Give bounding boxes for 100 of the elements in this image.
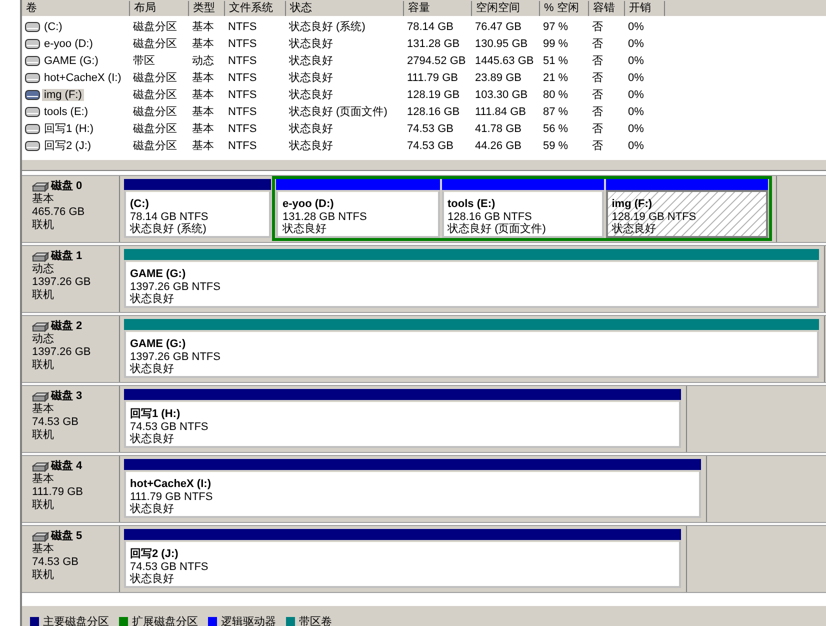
table-cell-text: 0% — [628, 72, 645, 84]
volume-name[interactable]: GAME (G:) — [42, 54, 100, 66]
pane-splitter[interactable] — [20, 160, 826, 170]
table-cell-text: NTFS — [228, 88, 258, 100]
partition-size: 128.19 GB NTFS — [612, 210, 698, 222]
disk-size: 1397.26 GB — [32, 346, 92, 359]
table-cell-text: 否 — [592, 71, 604, 85]
disk-icon — [32, 460, 50, 472]
column-header[interactable]: 卷 — [22, 0, 130, 16]
table-cell-text: 带区 — [133, 54, 156, 68]
partition-box[interactable]: img (F:) 128.19 GB NTFS 状态良好 — [606, 190, 768, 238]
disk-size: 1397.26 GB — [32, 276, 92, 289]
table-cell-text: 56 % — [543, 122, 570, 134]
table-cell-text: 状态良好 — [289, 88, 334, 102]
table-cell-text: 否 — [592, 139, 604, 153]
column-header[interactable]: 空闲空间 — [472, 0, 540, 16]
table-cell-text: 磁盘分区 — [133, 71, 178, 85]
partition-box[interactable]: 回写2 (J:) 74.53 GB NTFS 状态良好 — [124, 540, 681, 588]
disk-status: 联机 — [32, 289, 55, 302]
column-header[interactable]: 类型 — [189, 0, 225, 16]
table-cell-text: NTFS — [228, 38, 258, 50]
partition-status: 状态良好 (页面文件) — [448, 223, 547, 236]
volume-name[interactable]: img (F:) — [42, 88, 84, 100]
table-cell-text: 磁盘分区 — [133, 20, 178, 34]
disk-size: 465.76 GB — [32, 206, 86, 219]
table-cell-text: 2794.52 GB — [407, 54, 467, 66]
table-cell-text: 状态良好 — [289, 122, 334, 136]
table-cell-text: 状态良好 — [289, 138, 334, 153]
disk-name: 磁盘 5 — [51, 530, 82, 543]
volume-name[interactable]: (C:) — [42, 20, 64, 32]
table-cell-text: 磁盘分区 — [133, 139, 178, 153]
legend-label: 带区卷 — [299, 615, 332, 626]
partition-name: tools (E:) — [448, 198, 496, 210]
table-cell-text: 0% — [628, 122, 645, 134]
partition-box[interactable]: GAME (G:) 1397.26 GB NTFS 状态良好 — [124, 330, 819, 378]
column-header[interactable]: 文件系统 — [225, 0, 286, 16]
disk-icon — [32, 250, 50, 262]
table-cell-text: NTFS — [228, 54, 258, 66]
column-header[interactable]: 布局 — [130, 0, 189, 16]
disk-status: 联机 — [32, 359, 55, 372]
disk-type: 基本 — [32, 193, 55, 206]
column-header[interactable]: 开销 — [625, 0, 665, 16]
table-cell-text: 否 — [592, 20, 604, 34]
partition-status: 状态良好 (系统) — [130, 223, 208, 236]
table-cell-text: 41.78 GB — [475, 122, 522, 134]
partition-status: 状态良好 — [130, 433, 175, 446]
table-cell-text: NTFS — [228, 20, 258, 32]
table-cell-text: NTFS — [228, 140, 258, 152]
disk-type: 基本 — [32, 473, 55, 486]
column-header[interactable]: 容错 — [589, 0, 625, 16]
disk-type: 动态 — [32, 333, 55, 346]
partition-size: 78.14 GB NTFS — [130, 210, 210, 222]
volume-name[interactable]: tools (E:) — [42, 106, 90, 118]
partition-size: 1397.26 GB NTFS — [130, 350, 222, 362]
disk-status: 联机 — [32, 569, 55, 582]
disk-name: 磁盘 3 — [51, 390, 82, 403]
partition-box[interactable]: e-yoo (D:) 131.28 GB NTFS 状态良好 — [276, 190, 440, 238]
table-cell-text: 否 — [592, 54, 604, 68]
partition-name: e-yoo (D:) — [282, 198, 335, 210]
table-cell-text: 44.26 GB — [475, 140, 522, 152]
partition-box[interactable]: 回写1 (H:) 74.53 GB NTFS 状态良好 — [124, 400, 681, 448]
table-cell-text: NTFS — [228, 72, 258, 84]
partition-box[interactable]: (C:) 78.14 GB NTFS 状态良好 (系统) — [124, 190, 272, 238]
column-header[interactable]: % 空闲 — [540, 0, 589, 16]
partition-size: 128.16 GB NTFS — [448, 210, 533, 222]
partition-size: 1397.26 GB NTFS — [130, 280, 222, 292]
column-header[interactable]: 状态 — [286, 0, 404, 16]
disk-name: 磁盘 2 — [51, 320, 82, 332]
table-cell-text: 否 — [592, 122, 604, 136]
volume-name[interactable]: 回写1 (H:) — [42, 121, 96, 136]
volume-name[interactable]: e-yoo (D:) — [42, 38, 95, 50]
partition-size: 111.79 GB NTFS — [130, 490, 214, 502]
disk-icon — [32, 320, 50, 332]
table-cell-text: 基本 — [192, 88, 215, 102]
table-cell-text: 基本 — [192, 37, 215, 51]
partition-status: 状态良好 — [130, 293, 175, 306]
table-cell-text: 128.19 GB — [407, 88, 461, 100]
partition-box[interactable]: tools (E:) 128.16 GB NTFS 状态良好 (页面文件) — [442, 190, 604, 238]
table-cell-text: 1445.63 GB — [475, 54, 535, 66]
drive-icon — [25, 22, 40, 32]
partition-name: 回写2 (J:) — [130, 548, 180, 560]
table-cell-text: 87 % — [543, 106, 570, 118]
table-cell-text: 128.16 GB — [407, 106, 461, 118]
column-header[interactable]: 容量 — [404, 0, 472, 16]
volume-name[interactable]: 回写2 (J:) — [42, 138, 94, 153]
partition-box[interactable]: GAME (G:) 1397.26 GB NTFS 状态良好 — [124, 260, 819, 308]
table-cell-text: 0% — [628, 38, 645, 50]
partition-box[interactable]: hot+CacheX (I:) 111.79 GB NTFS 状态良好 — [124, 470, 701, 518]
table-cell-text: 基本 — [192, 122, 215, 136]
partition-size: 74.53 GB NTFS — [130, 420, 210, 432]
table-cell-text: 磁盘分区 — [133, 122, 178, 136]
disk-type: 基本 — [32, 543, 55, 556]
drive-icon — [25, 106, 40, 116]
table-cell-text: 磁盘分区 — [133, 88, 178, 102]
table-cell-text: 动态 — [192, 54, 215, 68]
volume-name[interactable]: hot+CacheX (I:) — [42, 72, 124, 84]
table-cell-text: 80 % — [543, 88, 570, 100]
disk-name: 磁盘 0 — [51, 180, 82, 193]
table-cell-text: 状态良好 (页面文件) — [289, 104, 388, 119]
table-cell-text: 基本 — [192, 20, 215, 34]
